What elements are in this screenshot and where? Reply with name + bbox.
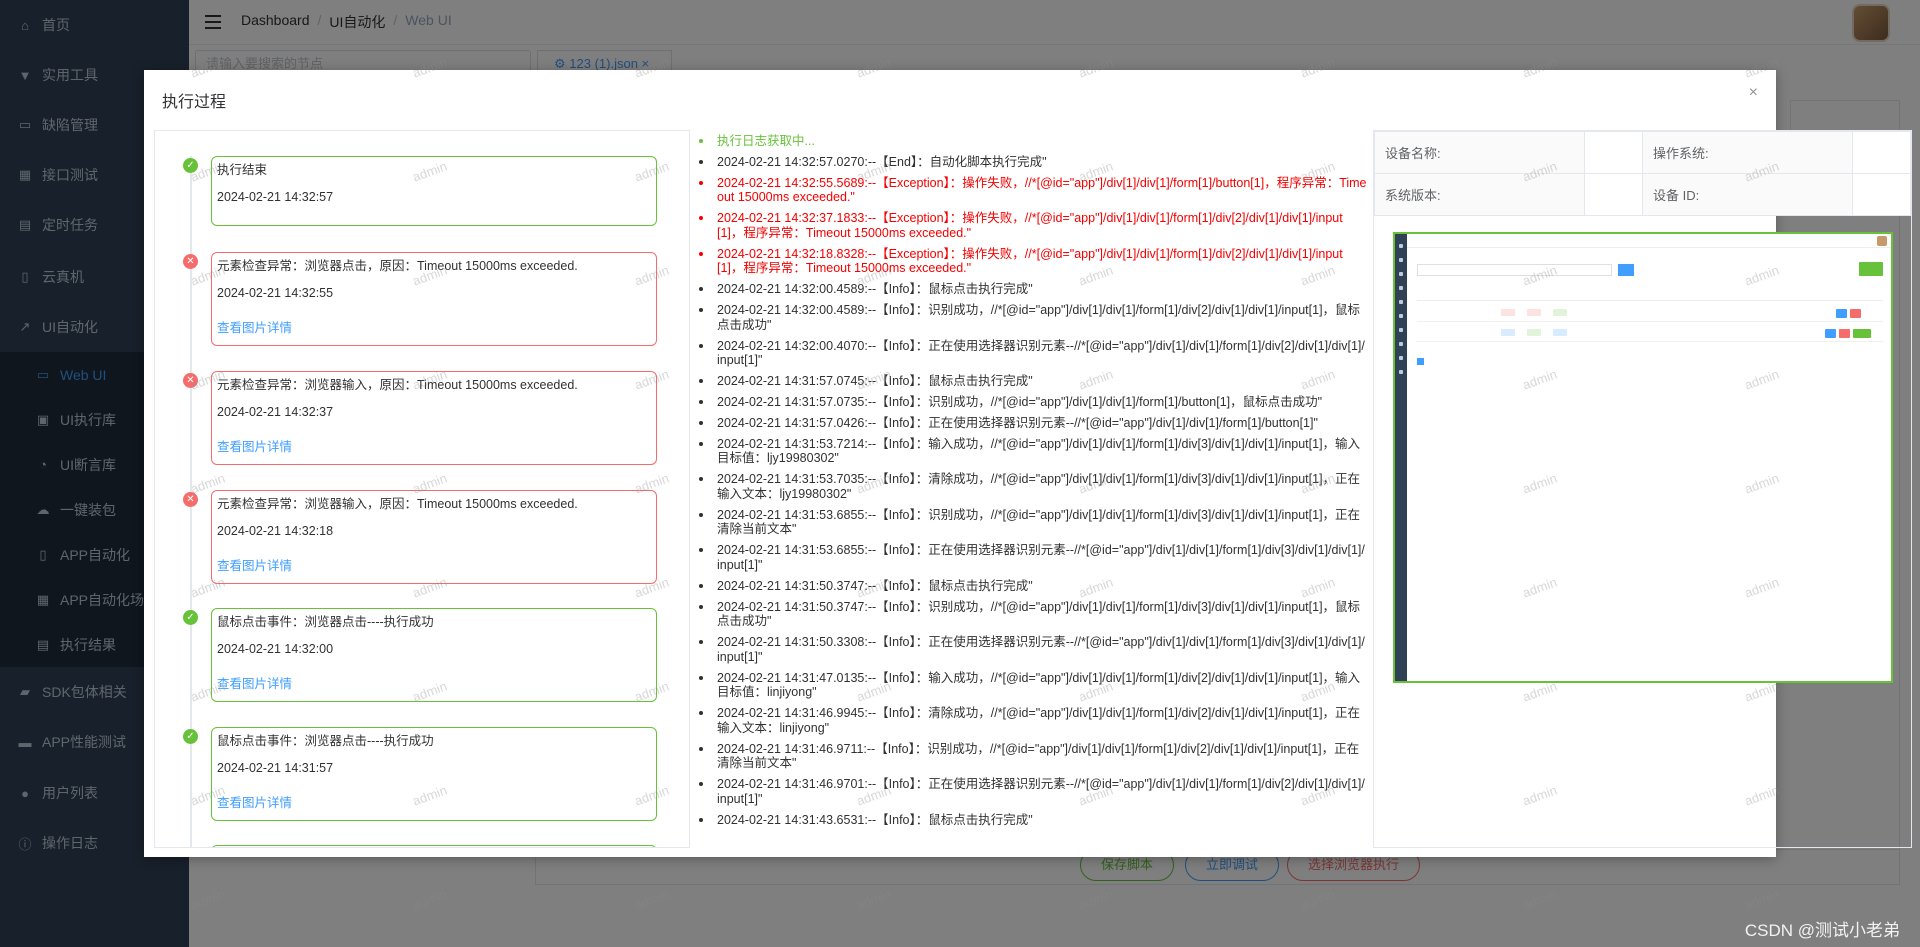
log-entry: 2024-02-21 14:31:53.7214:--【Info】：输入成功，/… <box>697 437 1367 466</box>
view-image-link[interactable]: 查看图片详情 <box>217 675 651 693</box>
timeline-card: 执行结束 2024-02-21 14:32:57 <box>211 156 657 226</box>
csdn-credit: CSDN @测试小老弟 <box>1744 921 1900 940</box>
os-version-label: 系统版本: <box>1373 173 1586 216</box>
thumbnail-delete-button <box>1839 329 1850 338</box>
timeline-card: 元素检查异常：浏览器点击，原因：Timeout 15000ms exceeded… <box>211 252 657 346</box>
log-entry: 2024-02-21 14:31:50.3747:--【Info】：鼠标点击执行… <box>697 579 1367 594</box>
os-value <box>1852 131 1911 174</box>
thumbnail-table-row <box>1417 324 1883 342</box>
thumbnail-edit-button <box>1836 309 1847 318</box>
device-info-table: 设备名称: 操作系统: 系统版本: 设备 ID: <box>1373 131 1911 216</box>
thumbnail-avatar <box>1877 236 1887 246</box>
thumbnail-run-button <box>1853 329 1871 338</box>
timeline-card-date: 2024-02-21 14:32:55 <box>217 286 334 300</box>
log-entry: 2024-02-21 14:31:53.6855:--【Info】：识别成功，/… <box>697 508 1367 537</box>
log-entry: 2024-02-21 14:31:50.3308:--【Info】：正在使用选择… <box>697 635 1367 664</box>
device-info-panel: 设备名称: 操作系统: 系统版本: 设备 ID: <box>1373 130 1912 848</box>
timeline-card-title: 元素检查异常：浏览器输入，原因：Timeout 15000ms exceeded… <box>217 378 578 392</box>
timeline-card: 元素检查异常：浏览器输入，原因：Timeout 15000ms exceeded… <box>211 490 657 584</box>
timeline-card-date: 2024-02-21 14:32:18 <box>217 524 334 538</box>
thumbnail-edit-button <box>1825 329 1836 338</box>
view-image-link[interactable]: 查看图片详情 <box>217 794 651 812</box>
log-entry: 2024-02-21 14:31:46.9945:--【Info】：清除成功，/… <box>697 706 1367 735</box>
timeline-card-title: 执行结束 <box>217 163 268 177</box>
success-icon: ✓ <box>183 158 198 173</box>
close-icon[interactable]: × <box>1749 84 1758 102</box>
log-entry: 2024-02-21 14:32:18.8328:--【Exception】：操… <box>697 247 1367 276</box>
thumbnail-pagination <box>1417 358 1424 365</box>
log-entry: 2024-02-21 14:31:57.0735:--【Info】：识别成功，/… <box>697 395 1367 410</box>
thumbnail-topbar <box>1407 234 1891 248</box>
log-entry: 2024-02-21 14:32:57.0270:--【End】：自动化脚本执行… <box>697 155 1367 170</box>
log-entry: 2024-02-21 14:31:53.7035:--【Info】：清除成功，/… <box>697 472 1367 501</box>
success-icon: ✓ <box>183 610 198 625</box>
thumbnail-delete-button <box>1850 309 1861 318</box>
timeline-card-date: 2024-02-21 14:32:37 <box>217 405 334 419</box>
log-entry: 2024-02-21 14:32:00.4070:--【Info】：正在使用选择… <box>697 339 1367 368</box>
log-entry: 2024-02-21 14:31:53.6855:--【Info】：正在使用选择… <box>697 543 1367 572</box>
log-entry: 2024-02-21 14:32:55.5689:--【Exception】：操… <box>697 176 1367 205</box>
device-name-label: 设备名称: <box>1373 131 1586 174</box>
view-image-link[interactable]: 查看图片详情 <box>217 557 651 575</box>
device-name-value <box>1584 131 1643 174</box>
dialog-title: 执行过程 <box>162 94 227 111</box>
screenshot-thumbnail[interactable] <box>1393 232 1893 683</box>
thumbnail-table-row <box>1417 304 1883 322</box>
os-version-value <box>1584 173 1643 216</box>
log-entry: 2024-02-21 14:31:57.0745:--【Info】：鼠标点击执行… <box>697 374 1367 389</box>
log-entry: 2024-02-21 14:31:46.9711:--【Info】：识别成功，/… <box>697 742 1367 771</box>
os-label: 操作系统: <box>1641 131 1854 174</box>
timeline-card-title: 元素检查异常：浏览器点击，原因：Timeout 15000ms exceeded… <box>217 259 578 273</box>
execution-timeline: ✓ 执行结束 2024-02-21 14:32:57 ✕ 元素检查异常：浏览器点… <box>154 130 690 848</box>
view-image-link[interactable]: 查看图片详情 <box>217 438 651 456</box>
execution-dialog: 执行过程 × ✓ 执行结束 2024-02-21 14:32:57 ✕ 元素检查… <box>144 70 1912 857</box>
thumbnail-sidebar <box>1395 234 1407 681</box>
log-entry: 执行日志获取中... <box>697 134 1367 149</box>
timeline-card-title: 元素检查异常：浏览器输入，原因：Timeout 15000ms exceeded… <box>217 497 578 511</box>
error-icon: ✕ <box>183 373 198 388</box>
timeline-card-title: 鼠标点击事件：浏览器点击----执行成功 <box>217 734 434 748</box>
timeline-card-date: 2024-02-21 14:31:57 <box>217 761 334 775</box>
log-entry: 2024-02-21 14:31:46.9701:--【Info】：正在使用选择… <box>697 777 1367 806</box>
timeline-card: 鼠标点击事件：浏览器点击----执行成功 2024-02-21 14:31:57… <box>211 727 657 821</box>
timeline-card: 鼠标点击事件：浏览器点击----执行成功 2024-02-21 14:32:00… <box>211 608 657 702</box>
error-icon: ✕ <box>183 492 198 507</box>
log-entry: 2024-02-21 14:31:50.3747:--【Info】：识别成功，/… <box>697 600 1367 629</box>
timeline-card: 元素检查异常：浏览器输入，原因：Timeout 15000ms exceeded… <box>211 371 657 465</box>
thumbnail-table-header <box>1417 289 1883 301</box>
thumbnail-search <box>1417 264 1612 276</box>
log-entry: 2024-02-21 14:32:00.4589:--【Info】：识别成功，/… <box>697 303 1367 332</box>
error-icon: ✕ <box>183 254 198 269</box>
view-image-link[interactable]: 查看图片详情 <box>217 319 651 337</box>
log-entry: 2024-02-21 14:31:43.6531:--【Info】：鼠标点击执行… <box>697 813 1367 828</box>
thumbnail-search-button <box>1618 264 1634 276</box>
device-id-value <box>1852 173 1911 216</box>
execution-log-panel: 执行日志获取中... 2024-02-21 14:32:57.0270:--【En… <box>689 130 1374 848</box>
timeline-card-date: 2024-02-21 14:32:57 <box>217 190 334 204</box>
device-id-label: 设备 ID: <box>1641 173 1854 216</box>
log-entry: 2024-02-21 14:31:47.0135:--【Info】：输入成功，/… <box>697 671 1367 700</box>
log-list: 执行日志获取中... 2024-02-21 14:32:57.0270:--【En… <box>689 130 1373 827</box>
timeline-card <box>211 845 657 847</box>
timeline-card-title: 鼠标点击事件：浏览器点击----执行成功 <box>217 615 434 629</box>
timeline-card-date: 2024-02-21 14:32:00 <box>217 642 334 656</box>
log-entry: 2024-02-21 14:32:00.4589:--【Info】：鼠标点击执行… <box>697 282 1367 297</box>
log-entry: 2024-02-21 14:32:37.1833:--【Exception】：操… <box>697 211 1367 240</box>
success-icon: ✓ <box>183 729 198 744</box>
log-entry: 2024-02-21 14:31:57.0426:--【Info】：正在使用选择… <box>697 416 1367 431</box>
thumbnail-add-button <box>1859 262 1883 276</box>
